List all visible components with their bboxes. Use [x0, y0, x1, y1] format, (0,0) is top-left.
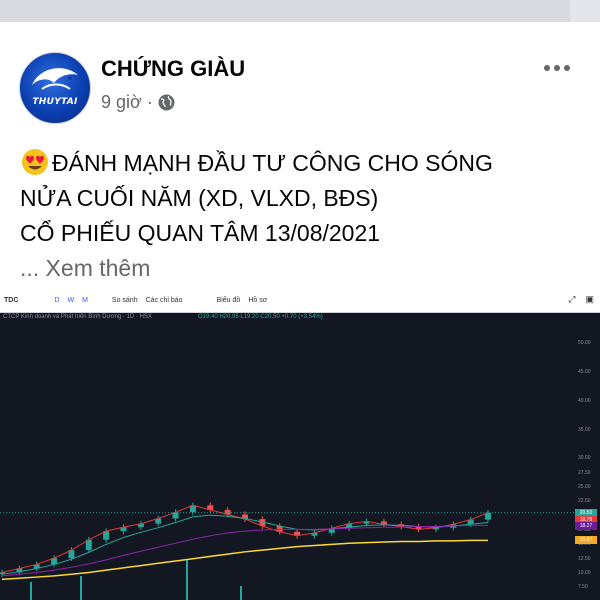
- heart-eyes-emoji-icon: [20, 147, 50, 177]
- chart-ohlc: O19.40 H20.95 L19.20 C20.50 +0.70 (+3.54…: [198, 314, 323, 320]
- chart-toolbar-right: ⤢ ▣: [568, 294, 594, 305]
- see-more-link[interactable]: ... Xem thêm: [20, 251, 590, 286]
- timeframe-w[interactable]: W: [67, 297, 74, 304]
- volume-bar: [80, 576, 82, 600]
- post-time[interactable]: 9 giờ: [101, 92, 142, 113]
- timeframe-d[interactable]: D: [54, 297, 59, 304]
- post-text: ĐÁNH MẠNH ĐẦU TƯ CÔNG CHO SÓNG NỬA CUỐI …: [20, 146, 590, 286]
- y-tick-label: 22.50: [578, 498, 591, 505]
- volume-bar: [240, 586, 242, 600]
- y-tick-label: 10.00: [578, 570, 591, 577]
- avatar-brand-text: THUYTAI: [32, 97, 78, 107]
- fish-logo-icon: [32, 68, 78, 90]
- other-button[interactable]: Hồ sơ: [248, 297, 267, 304]
- y-tick-label: 50.00: [578, 340, 591, 347]
- series-line-3: [1, 524, 488, 577]
- timeframe-m[interactable]: M: [82, 297, 88, 304]
- top-strip-inner: [0, 0, 570, 22]
- avatar[interactable]: THUYTAI: [19, 52, 91, 124]
- y-tick-label: 45.00: [578, 369, 591, 376]
- chart-toolbar: TDC D W M So sánh Các chỉ báo Biểu đồ Hồ…: [0, 288, 600, 313]
- series-line-4: [1, 539, 488, 581]
- author-name[interactable]: CHỨNG GIÀU: [101, 56, 245, 82]
- y-tick-label: 40.00: [578, 397, 591, 404]
- chart-subtitle: CTCP Kinh doanh và Phát triển Bình Dương…: [3, 314, 152, 320]
- y-tick-label: 12.50: [578, 555, 591, 562]
- chart-type-button[interactable]: Biểu đồ: [217, 297, 241, 304]
- compare-button[interactable]: So sánh: [112, 297, 138, 304]
- series-line-2: [1, 514, 489, 575]
- y-tick-label: 25.00: [578, 483, 591, 490]
- more-dot-icon: [564, 65, 570, 71]
- price-tag-ma2: 18.27: [575, 521, 597, 530]
- price-chart: [0, 502, 575, 600]
- post-line-2: NỬA CUỐI NĂM (XD, VLXD, BĐS): [20, 185, 379, 211]
- volume-bar: [186, 560, 188, 600]
- meta-separator: ·: [146, 92, 153, 112]
- post-line-1-text: ĐÁNH MẠNH ĐẦU TƯ CÔNG CHO SÓNG: [52, 150, 493, 176]
- y-tick-label: 27.50: [578, 469, 591, 476]
- indicators-button[interactable]: Các chỉ báo: [146, 297, 183, 304]
- more-options-button[interactable]: [540, 58, 574, 78]
- chart-symbol[interactable]: TDC: [4, 297, 18, 304]
- more-dot-icon: [544, 65, 550, 71]
- camera-icon[interactable]: ▣: [585, 294, 594, 305]
- chart-image[interactable]: TDC D W M So sánh Các chỉ báo Biểu đồ Hồ…: [0, 288, 600, 600]
- post-meta: 9 giờ ·: [101, 92, 175, 113]
- more-dot-icon: [554, 65, 560, 71]
- post-line-1: ĐÁNH MẠNH ĐẦU TƯ CÔNG CHO SÓNG: [20, 146, 590, 181]
- y-tick-label: 30.00: [578, 455, 591, 462]
- y-tick-label: 7.50: [578, 584, 588, 591]
- chart-subtitle-row: CTCP Kinh doanh và Phát triển Bình Dương…: [0, 312, 600, 324]
- volume-bar: [30, 582, 32, 600]
- price-tag-ma3: 15.67: [575, 536, 597, 545]
- post-line-3: CỔ PHIẾU QUAN TÂM 13/08/2021: [20, 220, 381, 246]
- fullscreen-icon[interactable]: ⤢: [568, 294, 575, 305]
- globe-icon[interactable]: [158, 94, 175, 111]
- top-strip: [0, 0, 600, 22]
- y-tick-label: 35.00: [578, 426, 591, 433]
